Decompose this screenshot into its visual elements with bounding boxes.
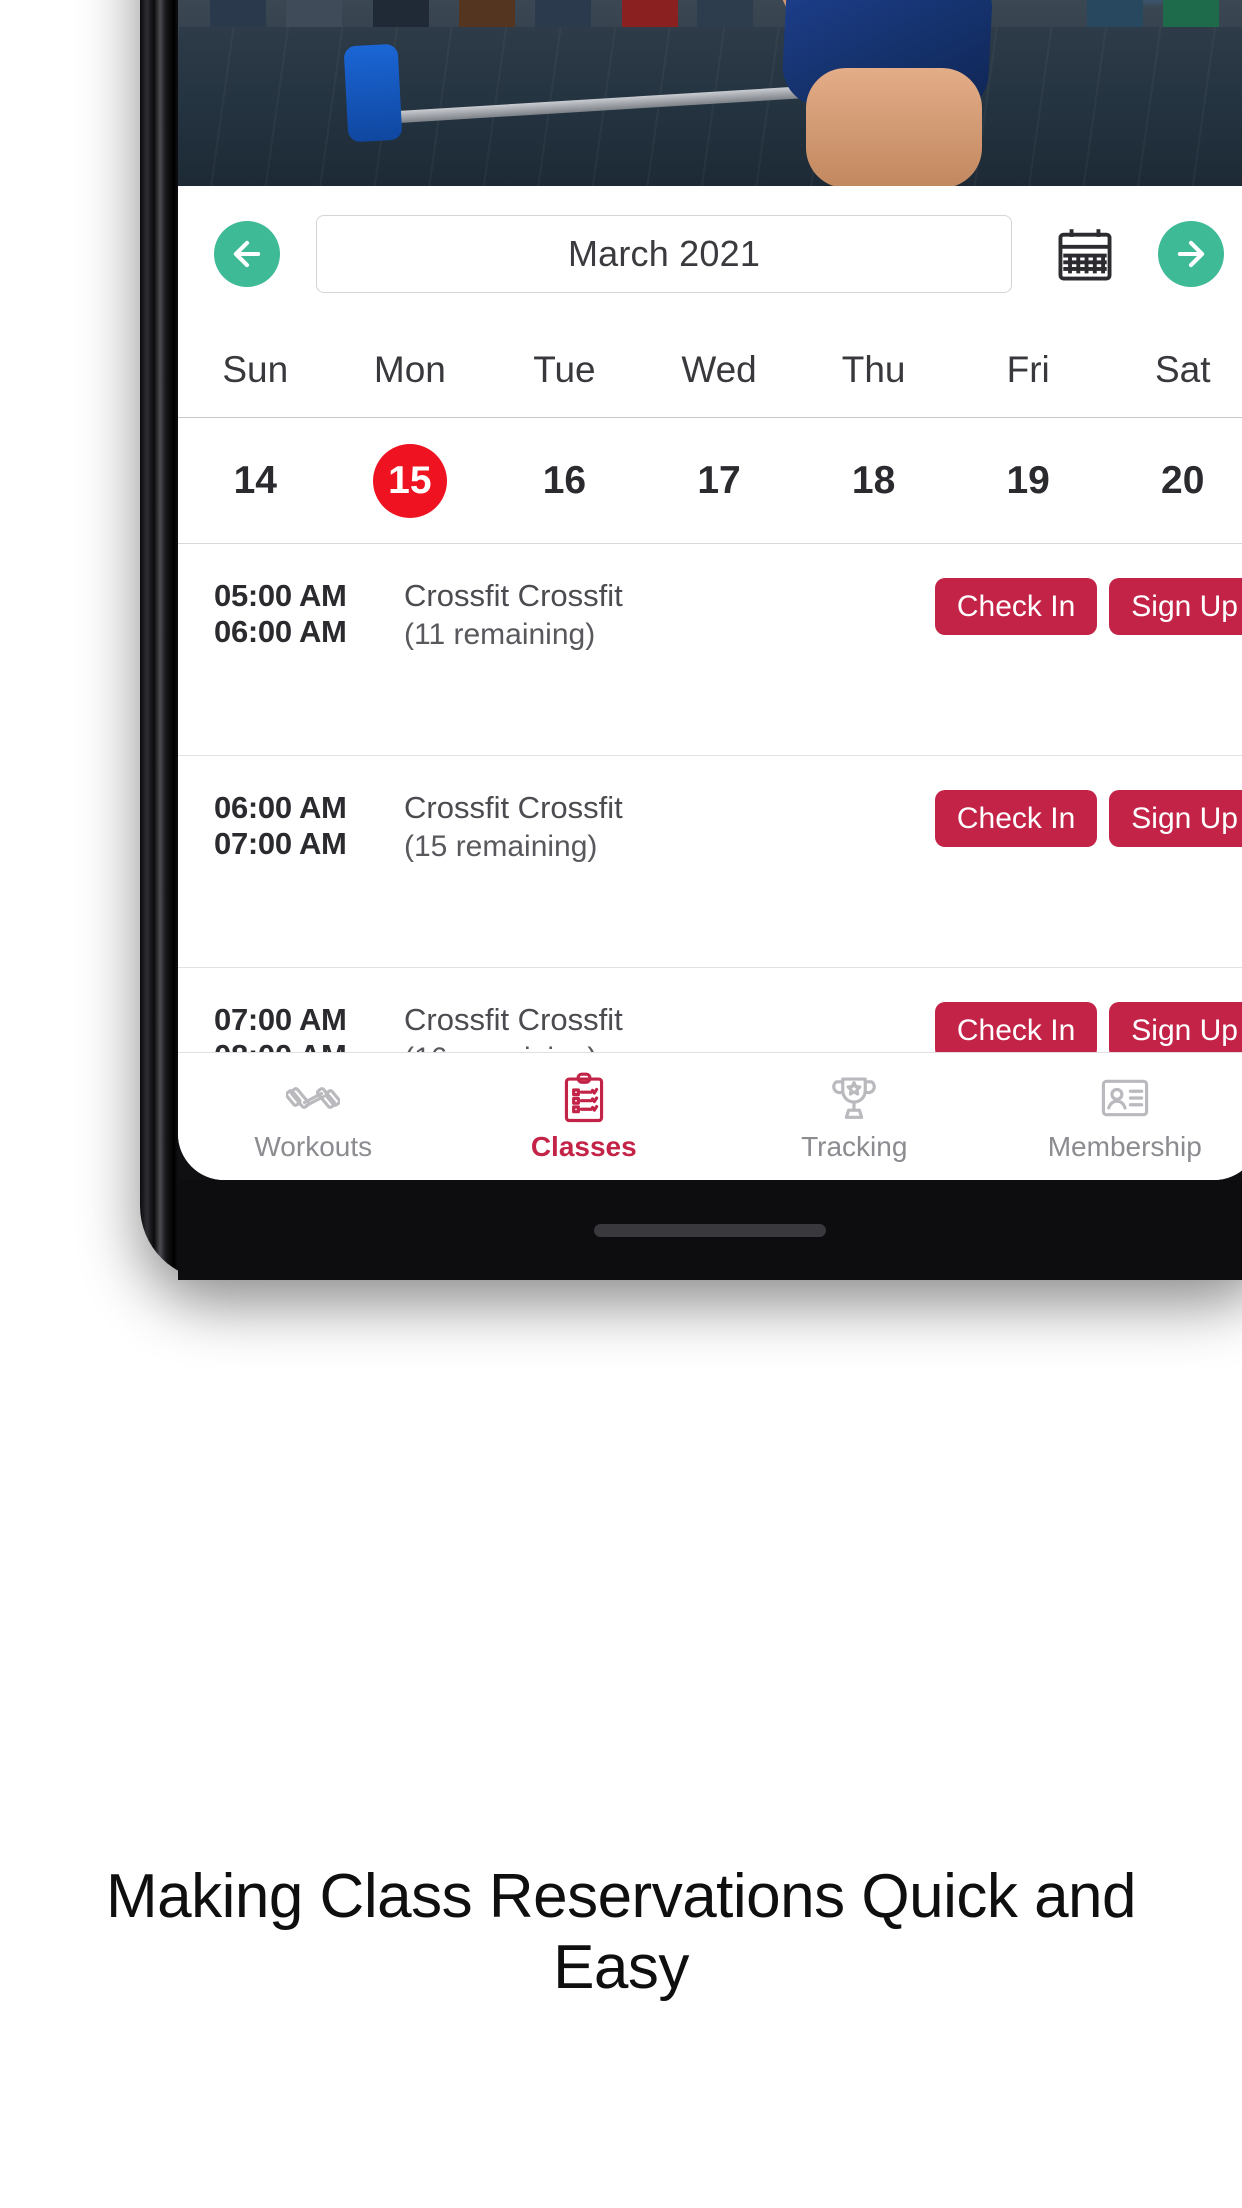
class-end-time: 07:00 AM — [214, 825, 347, 861]
weekday-label-mon: Mon — [373, 348, 446, 390]
id-card-icon — [1098, 1071, 1152, 1125]
phone-mockup: March 2021 Sun Mon Tue Wed Thu Fri Sat 1… — [140, 0, 1242, 1280]
gym-floor — [178, 26, 1242, 186]
trophy-icon — [827, 1071, 881, 1125]
class-time-block: 06:00 AM 07:00 AM — [178, 790, 398, 861]
tab-label-tracking: Tracking — [801, 1130, 908, 1162]
calendar-picker-button[interactable] — [1048, 217, 1122, 291]
tab-tracking[interactable]: Tracking — [719, 1071, 990, 1163]
tab-membership[interactable]: Membership — [990, 1071, 1242, 1163]
weekday-label-wed: Wed — [681, 348, 757, 390]
class-title: Crossfit Crossfit — [404, 790, 623, 825]
tab-label-membership: Membership — [1047, 1130, 1202, 1162]
month-picker[interactable]: March 2021 — [316, 215, 1012, 293]
date-cell-18[interactable]: 18 — [796, 444, 951, 518]
date-cell-16[interactable]: 16 — [487, 444, 642, 518]
class-end-time: 06:00 AM — [214, 613, 347, 649]
class-remaining: (11 remaining) — [404, 617, 596, 651]
class-info-block: Crossfit Crossfit (11 remaining) — [398, 578, 935, 652]
barbell-plate-left — [343, 43, 403, 143]
class-row[interactable]: 05:00 AM 06:00 AM Crossfit Crossfit (11 … — [178, 544, 1242, 756]
hero-photo — [178, 0, 1242, 186]
class-action-buttons: Check In Sign Up — [934, 1002, 1242, 1059]
weekday-label-sun: Sun — [222, 348, 289, 390]
calendar-nav-bar: March 2021 — [178, 186, 1242, 322]
date-number: 18 — [851, 458, 896, 502]
dumbbell-icon — [286, 1071, 341, 1125]
date-number: 14 — [233, 458, 277, 502]
tab-label-classes: Classes — [530, 1130, 637, 1162]
weekday-label-tue: Tue — [533, 348, 596, 390]
month-label: March 2021 — [567, 233, 761, 274]
class-row[interactable]: 06:00 AM 07:00 AM Crossfit Crossfit (15 … — [178, 756, 1242, 968]
date-number: 17 — [697, 458, 741, 502]
weekday-label-thu: Thu — [841, 348, 906, 390]
prev-month-button[interactable] — [214, 221, 280, 287]
date-cell-19[interactable]: 19 — [951, 444, 1106, 518]
weekday-label-fri: Fri — [1006, 348, 1050, 390]
athlete-leg — [805, 68, 982, 186]
class-list: 05:00 AM 06:00 AM Crossfit Crossfit (11 … — [178, 544, 1242, 1180]
class-time-block: 05:00 AM 06:00 AM — [178, 578, 398, 649]
class-remaining: (15 remaining) — [404, 829, 598, 863]
tab-label-workouts: Workouts — [254, 1130, 373, 1162]
class-start-time: 07:00 AM — [214, 1002, 347, 1037]
arrow-left-circle-icon — [233, 240, 261, 268]
date-cell-14[interactable]: 14 — [178, 444, 333, 518]
arrow-right-circle-icon — [1177, 240, 1205, 268]
class-start-time: 05:00 AM — [214, 578, 347, 613]
date-strip: 14 15 16 17 18 19 20 — [178, 418, 1242, 544]
next-month-button[interactable] — [1158, 221, 1224, 287]
clipboard-checklist-icon — [557, 1071, 611, 1125]
class-action-buttons: Check In Sign Up — [934, 790, 1242, 847]
calendar-icon — [1058, 229, 1112, 281]
weekday-header-row: Sun Mon Tue Wed Thu Fri Sat — [178, 322, 1242, 418]
sign-up-button[interactable]: Sign Up — [1109, 790, 1242, 847]
check-in-button[interactable]: Check In — [934, 1002, 1098, 1059]
sign-up-button[interactable]: Sign Up — [1109, 578, 1242, 635]
phone-screen: March 2021 Sun Mon Tue Wed Thu Fri Sat 1… — [178, 0, 1242, 1180]
date-cell-17[interactable]: 17 — [642, 444, 797, 518]
bottom-tab-bar: Workouts Classes Tracking Membership — [178, 1052, 1242, 1180]
class-info-block: Crossfit Crossfit (15 remaining) — [398, 790, 935, 864]
check-in-button[interactable]: Check In — [934, 578, 1098, 635]
tab-classes[interactable]: Classes — [449, 1071, 720, 1163]
class-title: Crossfit Crossfit — [404, 1002, 623, 1037]
date-number: 19 — [1006, 458, 1050, 502]
check-in-button[interactable]: Check In — [934, 790, 1098, 847]
page-caption: Making Class Reservations Quick and Easy — [105, 1862, 1137, 2002]
date-number: 16 — [542, 458, 587, 502]
class-action-buttons: Check In Sign Up — [934, 578, 1242, 635]
class-title: Crossfit Crossfit — [404, 578, 623, 613]
sign-up-button[interactable]: Sign Up — [1109, 1002, 1242, 1059]
date-number: 20 — [1161, 458, 1205, 502]
date-number-selected: 15 — [372, 443, 447, 518]
class-start-time: 06:00 AM — [214, 790, 347, 825]
date-cell-15[interactable]: 15 — [333, 443, 488, 518]
tab-workouts[interactable]: Workouts — [178, 1071, 449, 1163]
date-cell-20[interactable]: 20 — [1105, 444, 1242, 518]
gesture-bar — [594, 1224, 826, 1237]
weekday-label-sat: Sat — [1154, 348, 1211, 390]
